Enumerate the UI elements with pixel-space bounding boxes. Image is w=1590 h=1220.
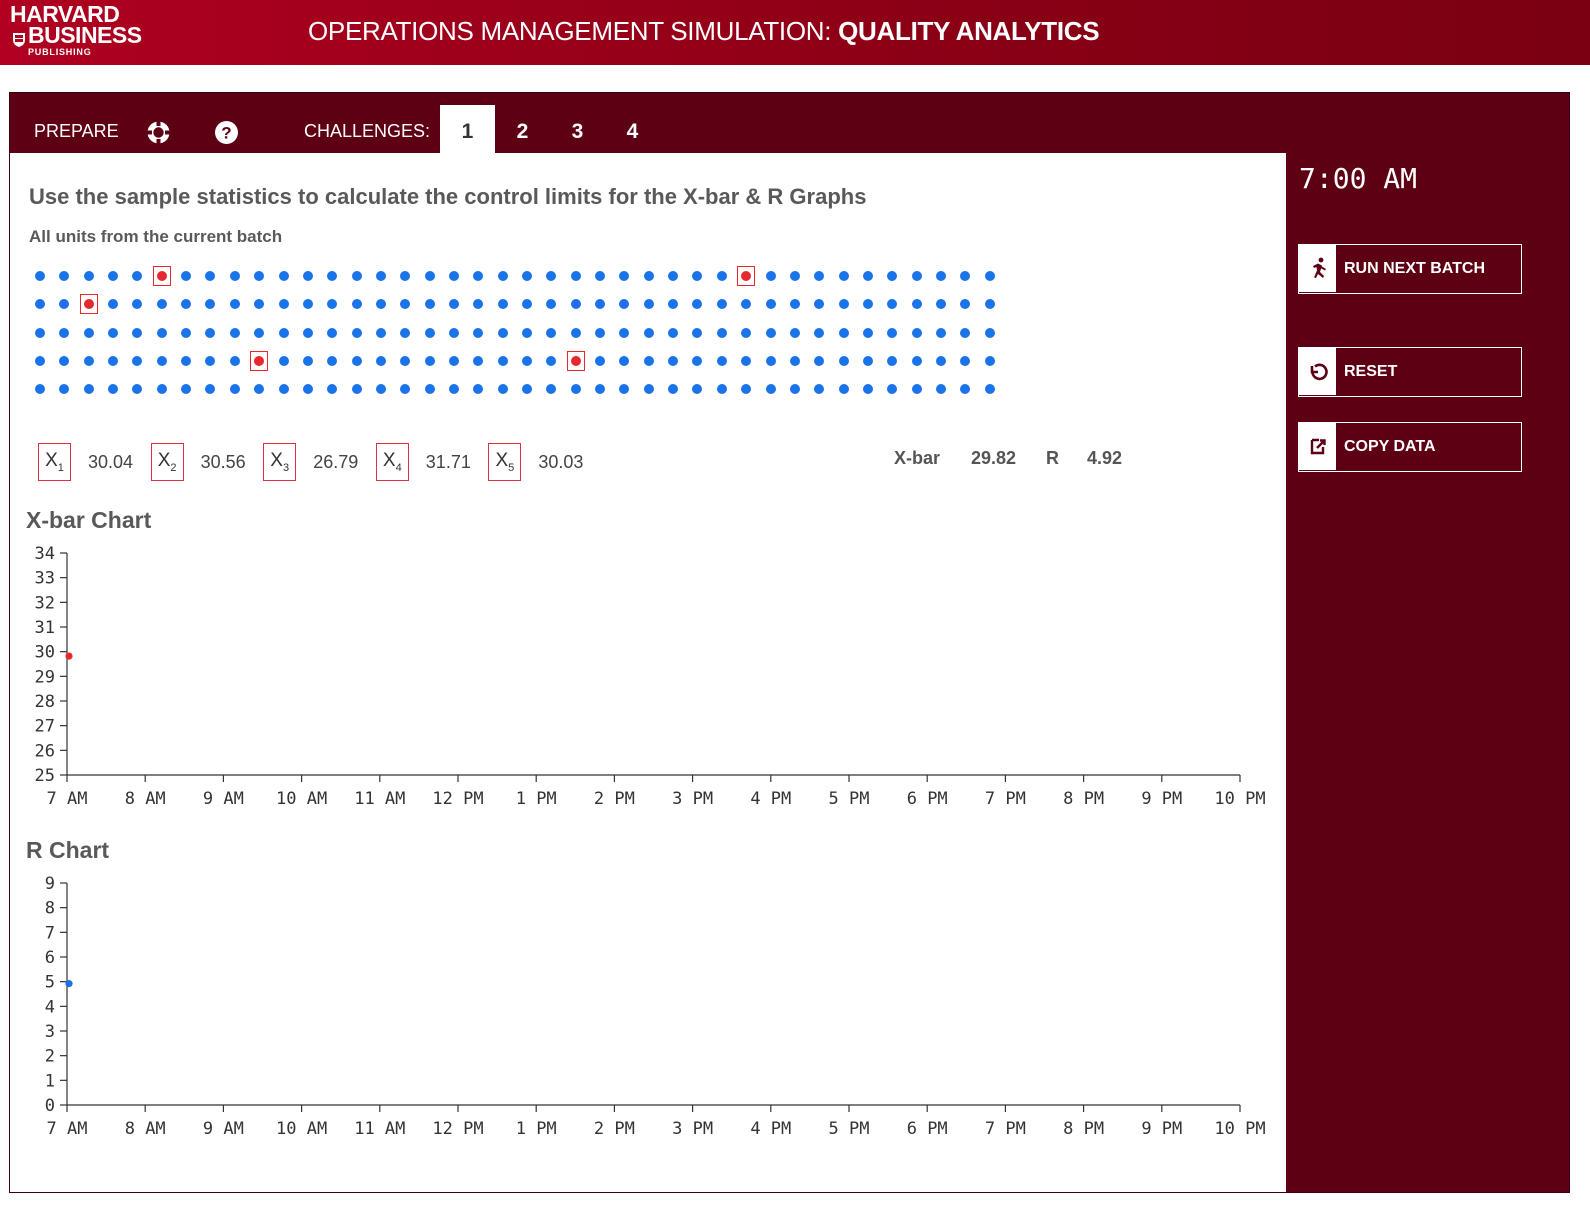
r-y-tick-label: 2 (45, 1047, 55, 1067)
r-x-tick-label: 10 AM (276, 1119, 327, 1139)
r-x-tick-label: 2 PM (594, 1119, 635, 1139)
simulation-clock: 7:00 AM (1299, 162, 1418, 195)
r-y-tick-label: 7 (45, 923, 55, 943)
r-y-tick-label: 5 (45, 973, 55, 993)
r-y-tick-label: 3 (45, 1022, 55, 1042)
r-y-tick-label: 9 (45, 874, 55, 894)
r-x-tick-label: 10 PM (1214, 1119, 1265, 1139)
reset-label: RESET (1344, 363, 1398, 380)
r-y-tick-label: 1 (45, 1071, 55, 1091)
r-x-tick-label: 5 PM (829, 1119, 870, 1139)
running-person-icon (1313, 257, 1326, 278)
r-x-tick-label: 8 PM (1063, 1119, 1104, 1139)
copy-icon-box (1299, 423, 1336, 470)
r-x-tick-label: 11 AM (354, 1119, 405, 1139)
r-x-tick-label: 1 PM (516, 1119, 557, 1139)
r-x-tick-label: 8 AM (125, 1119, 166, 1139)
r-x-tick-label: 6 PM (907, 1119, 948, 1139)
r-y-tick-label: 4 (45, 997, 55, 1017)
copy-data-button[interactable]: COPY DATA (1298, 422, 1522, 472)
r-x-tick-label: 12 PM (432, 1119, 483, 1139)
run-next-batch-label: RUN NEXT BATCH (1344, 260, 1486, 277)
r-x-tick-label: 3 PM (672, 1119, 713, 1139)
copy-icon (1310, 438, 1326, 455)
r-x-tick-label: 9 PM (1141, 1119, 1182, 1139)
r-x-tick-label: 4 PM (750, 1119, 791, 1139)
r-y-tick-label: 8 (45, 899, 55, 919)
copy-data-label: COPY DATA (1344, 438, 1436, 455)
r-y-tick-label: 0 (45, 1096, 55, 1116)
undo-icon (1310, 363, 1328, 381)
r-x-tick-label: 7 AM (47, 1119, 88, 1139)
run-icon-box (1299, 245, 1336, 292)
r-data-point (65, 980, 73, 988)
r-chart: 0 1 2 3 4 5 6 7 8 9 7 AM 8 AM 9 AM 10 AM 11 AM 12 PM 1 P… (45, 874, 1266, 1139)
reset-button[interactable]: RESET (1298, 347, 1522, 397)
reset-icon-box (1299, 348, 1336, 395)
r-x-tick-label: 9 AM (203, 1119, 244, 1139)
r-x-tick-label: 7 PM (985, 1119, 1026, 1139)
run-next-batch-button[interactable]: RUN NEXT BATCH (1298, 244, 1522, 294)
r-y-tick-label: 6 (45, 948, 55, 968)
